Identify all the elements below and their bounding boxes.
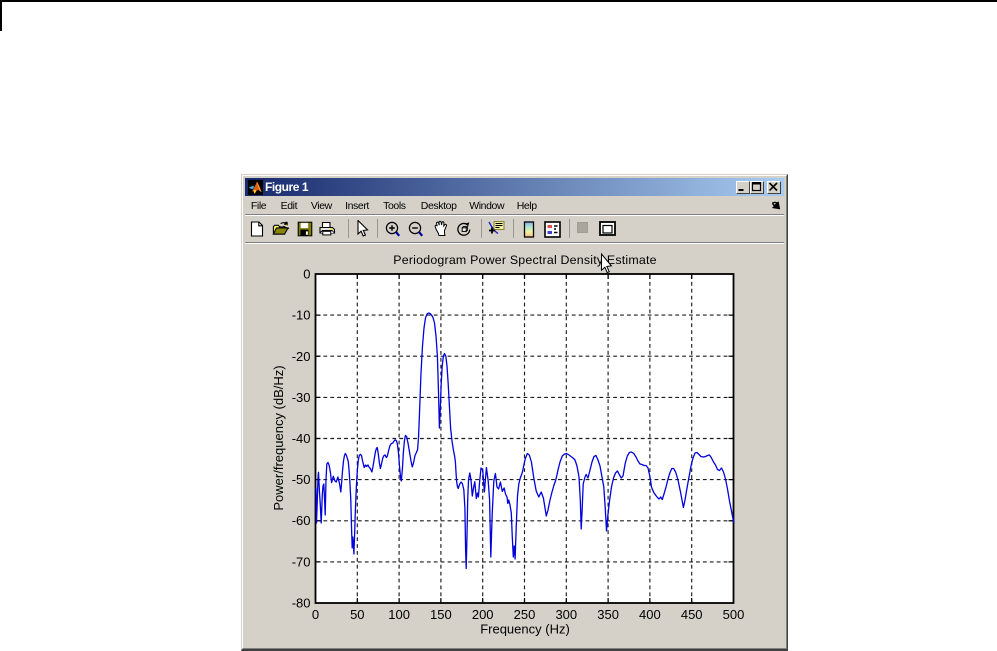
svg-text:200: 200 [472,607,494,622]
svg-text:Frequency (Hz): Frequency (Hz) [480,622,570,637]
svg-text:Power/frequency (dB/Hz): Power/frequency (dB/Hz) [271,365,286,510]
svg-text:250: 250 [514,607,536,622]
svg-text:-50: -50 [292,472,311,487]
svg-text:150: 150 [430,607,452,622]
svg-text:50: 50 [350,607,364,622]
svg-text:-40: -40 [292,431,311,446]
svg-text:Periodogram Power Spectral Den: Periodogram Power Spectral Density Estim… [393,253,656,267]
svg-text:100: 100 [388,607,410,622]
svg-text:-30: -30 [292,390,311,405]
svg-text:350: 350 [597,607,619,622]
svg-text:300: 300 [555,607,577,622]
svg-text:450: 450 [681,607,703,622]
svg-text:-60: -60 [292,513,311,528]
svg-text:-10: -10 [292,308,311,323]
svg-text:500: 500 [723,607,745,622]
svg-text:400: 400 [639,607,661,622]
svg-text:-80: -80 [292,596,311,611]
svg-text:0: 0 [303,267,310,282]
svg-text:-20: -20 [292,349,311,364]
svg-text:0: 0 [312,607,319,622]
svg-text:-70: -70 [292,554,311,569]
